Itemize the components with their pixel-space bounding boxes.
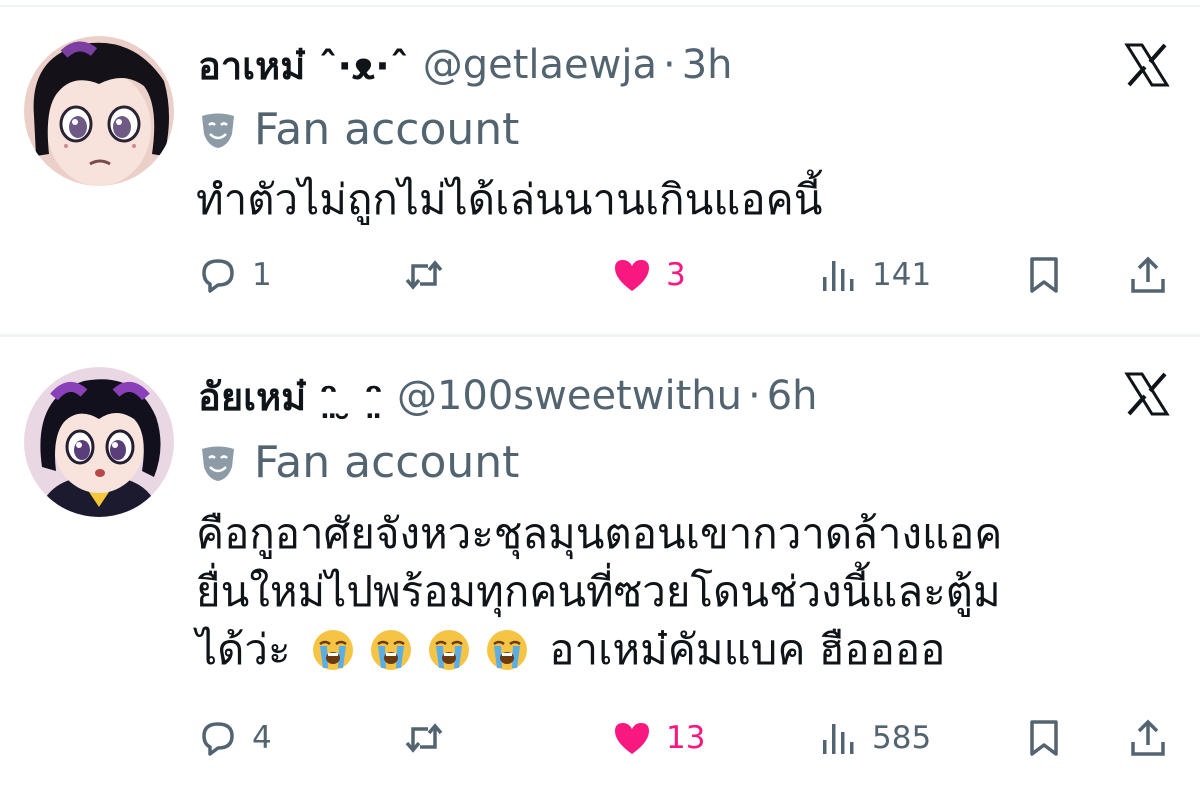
account-label[interactable]: Fan account: [198, 104, 519, 155]
tweet-header: อัยเหม๋ ᵔ̤ ̮ ᵔ̤ @100sweetwithu · 6h: [198, 367, 818, 425]
theater-mask-icon: [202, 113, 234, 148]
tweet[interactable]: อัยเหม๋ ᵔ̤ ̮ ᵔ̤ @100sweetwithu · 6h Fan …: [0, 337, 1200, 793]
reply-icon: [202, 259, 234, 293]
theater-mask-icon: [202, 446, 234, 481]
share-button[interactable]: [1128, 713, 1168, 763]
tweet-text-segment: อาเหม๋คัมแบค ฮืออออ: [549, 625, 946, 674]
like-count: 13: [666, 720, 706, 756]
user-handle[interactable]: @100sweetwithu: [397, 373, 742, 419]
retweet-button[interactable]: [404, 713, 444, 763]
loudly-crying-face-icon: [485, 628, 529, 672]
x-logo-icon: [1124, 372, 1170, 416]
top-divider: [0, 5, 1200, 7]
tweet-text-line: ยื่นใหม่ไปพร้อมทุกคนที่ซวยโดนช่วงนี้และต…: [196, 567, 1001, 616]
display-name[interactable]: อาเหม๋ ˆ·ᴥ·ˆ: [198, 35, 409, 96]
tweet-text: ทำตัวไม่ถูกไม่ได้เล่นนานเกินแอคนี้: [196, 175, 823, 224]
heart-icon: [615, 723, 649, 754]
reply-count: 1: [252, 257, 272, 293]
tweet-feed: อาเหม๋ ˆ·ᴥ·ˆ @getlaewja · 3h Fan account…: [0, 0, 1200, 793]
tweet-header: อาเหม๋ ˆ·ᴥ·ˆ @getlaewja · 3h: [198, 36, 733, 94]
views-button[interactable]: 585: [818, 713, 931, 763]
fan-account-label: Fan account: [254, 104, 520, 155]
like-count: 3: [666, 257, 686, 293]
loudly-crying-face-icon: [427, 628, 471, 672]
tweet-actions: 4 13 585: [0, 713, 1200, 763]
view-count: 585: [872, 720, 932, 756]
views-icon: [823, 261, 854, 291]
like-button[interactable]: 3: [612, 250, 686, 300]
timestamp[interactable]: 6h: [767, 373, 818, 419]
reply-button[interactable]: 4: [198, 713, 272, 763]
separator-dot: ·: [747, 373, 761, 419]
tweet-text-line: ได้ว่ะ อาเหม๋คัมแบค ฮืออออ: [196, 621, 1186, 679]
share-icon: [1131, 256, 1165, 293]
timestamp[interactable]: 3h: [682, 42, 733, 88]
bookmark-button[interactable]: [1024, 250, 1064, 300]
reply-count: 4: [252, 720, 272, 756]
tweet-text: คือกูอาศัยจังหวะชุลมุนตอนเขากวาดล้างแอค …: [196, 505, 1186, 679]
views-button[interactable]: 141: [818, 250, 931, 300]
avatar[interactable]: [24, 36, 174, 186]
tweet-text-segment: ได้ว่ะ: [196, 625, 291, 674]
tweet[interactable]: อาเหม๋ ˆ·ᴥ·ˆ @getlaewja · 3h Fan account…: [0, 8, 1200, 334]
views-icon: [823, 724, 854, 754]
account-label[interactable]: Fan account: [198, 437, 519, 488]
view-count: 141: [872, 257, 932, 293]
heart-icon: [615, 260, 649, 291]
retweet-icon: [405, 723, 443, 753]
tweet-actions: 1 3 141: [0, 250, 1200, 300]
bookmark-icon: [1030, 257, 1058, 293]
reply-icon: [202, 722, 234, 756]
bookmark-icon: [1030, 720, 1058, 756]
display-name[interactable]: อัยเหม๋ ᵔ̤ ̮ ᵔ̤: [198, 366, 383, 427]
x-logo-icon: [1124, 43, 1170, 87]
reply-button[interactable]: 1: [198, 250, 272, 300]
tweet-text-line: คือกูอาศัยจังหวะชุลมุนตอนเขากวาดล้างแอค: [196, 509, 1003, 558]
user-handle[interactable]: @getlaewja: [423, 42, 657, 88]
loudly-crying-face-icon: [369, 628, 413, 672]
fan-account-label: Fan account: [254, 437, 520, 488]
share-button[interactable]: [1128, 250, 1168, 300]
retweet-button[interactable]: [404, 250, 444, 300]
bookmark-button[interactable]: [1024, 713, 1064, 763]
like-button[interactable]: 13: [612, 713, 705, 763]
share-icon: [1131, 719, 1165, 756]
separator-dot: ·: [663, 42, 676, 88]
avatar[interactable]: [24, 367, 174, 517]
loudly-crying-face-icon: [311, 628, 355, 672]
retweet-icon: [405, 260, 443, 290]
